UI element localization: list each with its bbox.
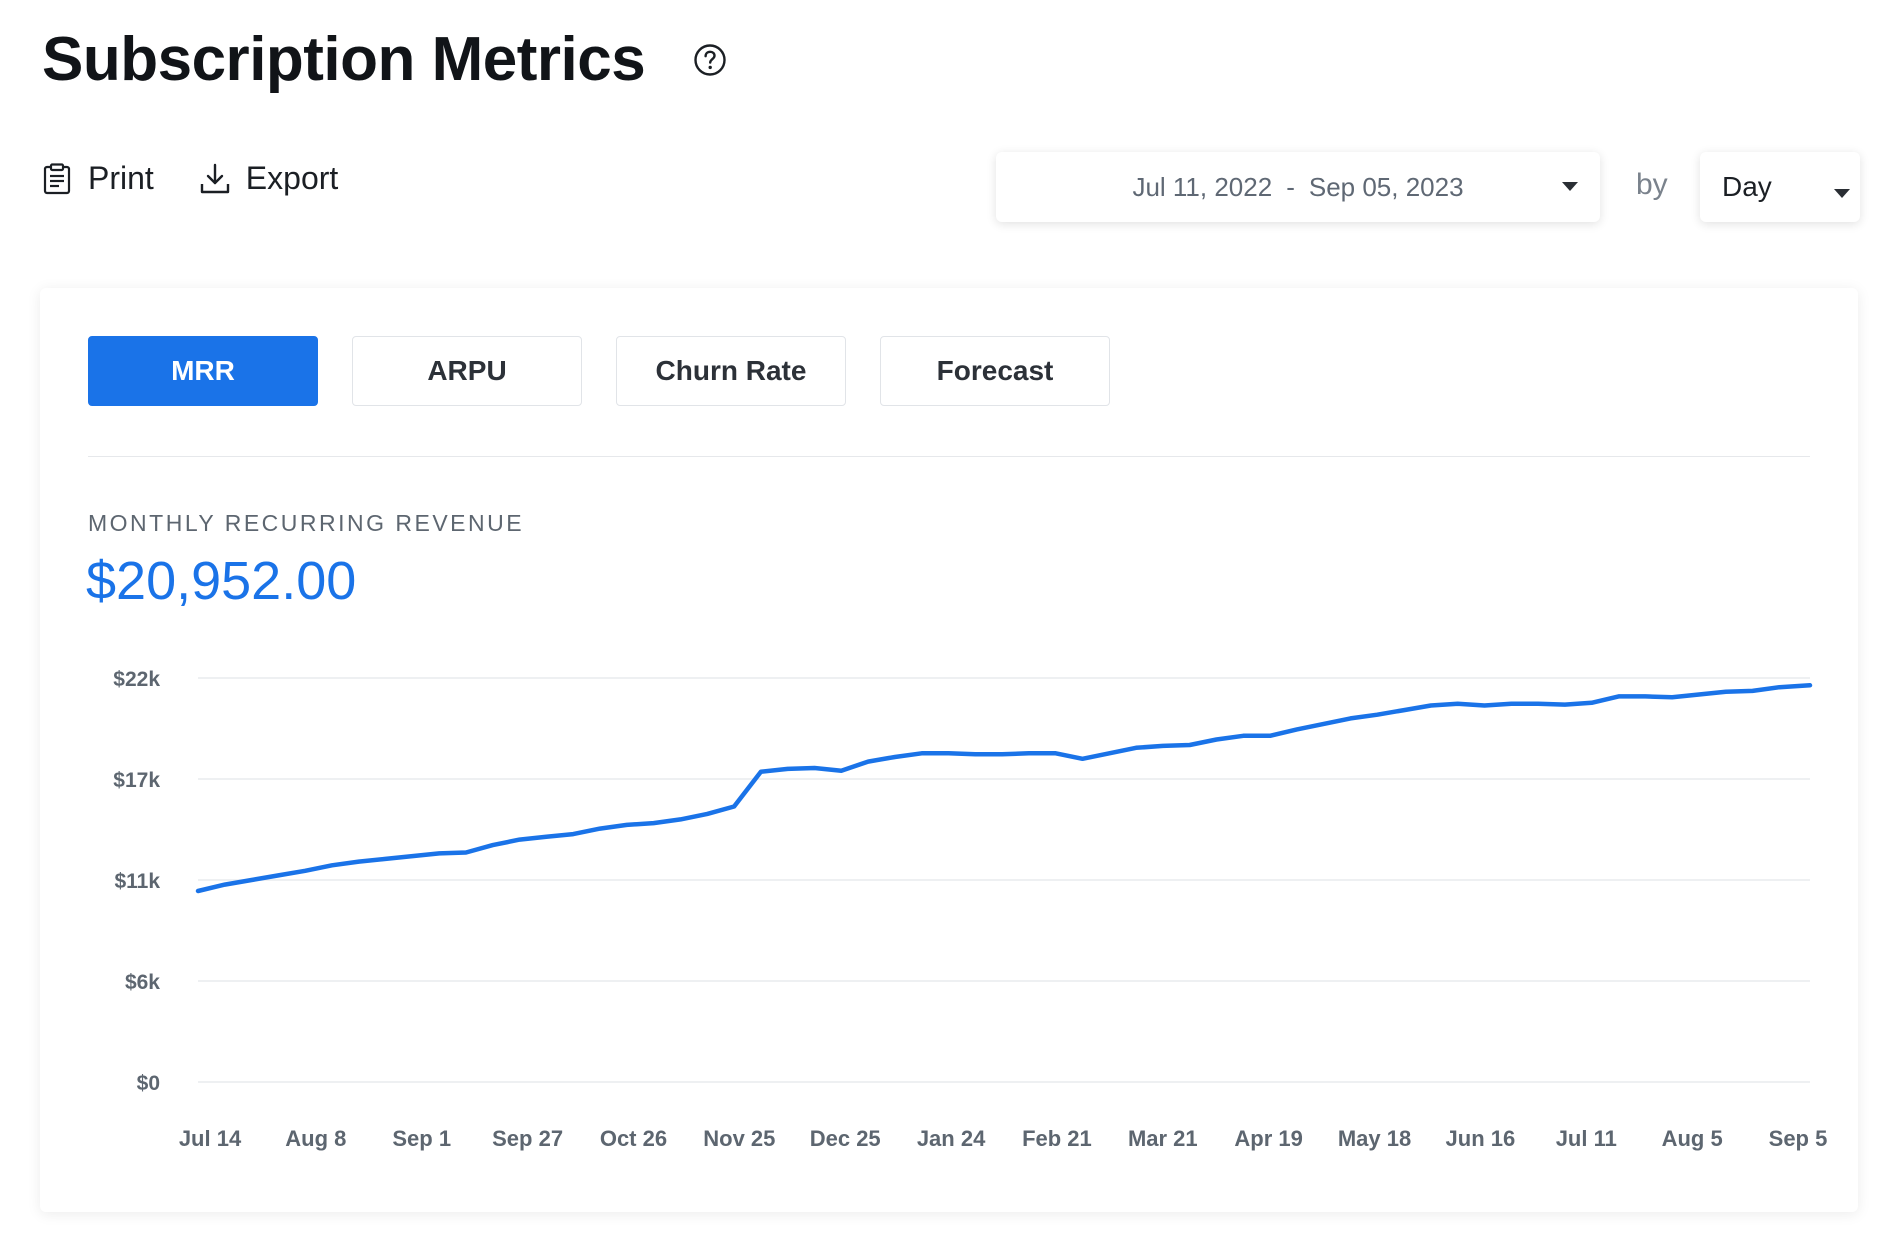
x-tick-label: Sep 5 [1769, 1126, 1828, 1151]
x-tick-label: Oct 26 [600, 1126, 667, 1151]
x-tick-label: Feb 21 [1022, 1126, 1092, 1151]
x-tick-label: Mar 21 [1128, 1126, 1198, 1151]
series-line-mrr [195, 683, 1813, 894]
metrics-card: MRR ARPU Churn Rate Forecast MONTHLY REC… [40, 288, 1858, 1212]
clipboard-icon [43, 162, 71, 194]
page-title: Subscription Metrics [42, 25, 646, 94]
export-button[interactable]: Export [198, 160, 338, 197]
granularity-value: Day [1722, 171, 1772, 202]
y-tick-label: $17k [113, 769, 160, 792]
x-tick-label: Jun 16 [1446, 1126, 1516, 1151]
print-label: Print [88, 160, 154, 196]
x-tick-label: Aug 5 [1662, 1126, 1723, 1151]
date-range-end: Sep 05, 2023 [1308, 171, 1464, 202]
date-range-separator: - [1286, 171, 1295, 202]
caret-down-icon [1834, 189, 1850, 198]
question-circle-icon[interactable] [693, 43, 727, 77]
caret-down-icon [1562, 182, 1578, 191]
y-tick-label: $6k [125, 971, 160, 994]
granularity-select[interactable]: Day [1700, 152, 1860, 222]
export-label: Export [245, 160, 339, 196]
x-tick-label: Jul 11 [1556, 1126, 1617, 1151]
date-range-select[interactable]: Jul 11, 2022 - Sep 05, 2023 [996, 152, 1600, 222]
print-button[interactable]: Print [40, 160, 154, 197]
x-tick-label: Apr 19 [1234, 1126, 1302, 1151]
x-tick-label: Dec 25 [810, 1126, 881, 1151]
y-tick-label: $22k [113, 668, 160, 691]
x-tick-label: May 18 [1338, 1126, 1411, 1151]
x-tick-label: Nov 25 [703, 1126, 775, 1151]
download-icon [200, 163, 229, 193]
x-tick-label: Aug 8 [285, 1126, 346, 1151]
date-range-start: Jul 11, 2022 [1132, 171, 1273, 202]
x-tick-label: Sep 1 [392, 1126, 451, 1151]
mrr-line-chart: $0 $6k $11k $17k $22k Jul 14 Aug 8 Sep 1 Sep 27 O… [113, 668, 1828, 1151]
granularity-by-label: by [1636, 168, 1668, 201]
x-tick-label: Jan 24 [917, 1126, 986, 1151]
y-tick-label: $11k [114, 870, 160, 893]
y-tick-label: $0 [137, 1072, 160, 1095]
toolbar: Print Export [40, 160, 338, 197]
page-header: Subscription Metrics [42, 24, 727, 95]
x-tick-label: Sep 27 [492, 1126, 563, 1151]
x-tick-label: Jul 14 [179, 1126, 242, 1151]
